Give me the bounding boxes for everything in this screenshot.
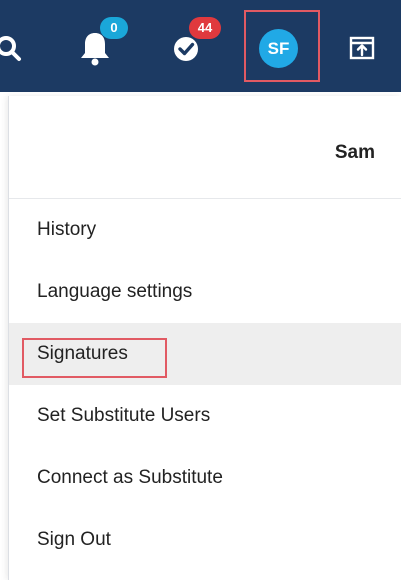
- menu-item-sign-out[interactable]: Sign Out: [9, 509, 401, 571]
- user-menu-button[interactable]: SF: [244, 10, 320, 82]
- panel-icon[interactable]: [347, 33, 377, 63]
- menu-item-history[interactable]: History: [9, 199, 401, 261]
- user-dropdown-menu: Sam History Language settings Signatures…: [8, 96, 401, 580]
- menu-item-language-settings[interactable]: Language settings: [9, 261, 401, 323]
- menu-item-signatures[interactable]: Signatures: [9, 323, 401, 385]
- menu-item-connect-as-substitute[interactable]: Connect as Substitute: [9, 447, 401, 509]
- tasks-badge: 44: [189, 17, 221, 39]
- notifications-badge: 0: [100, 17, 128, 39]
- search-icon[interactable]: [0, 32, 24, 64]
- menu-item-set-substitute-users[interactable]: Set Substitute Users: [9, 385, 401, 447]
- top-navigation-bar: 0 44 SF: [0, 0, 401, 92]
- avatar: SF: [259, 29, 298, 68]
- user-name: Sam: [334, 142, 375, 163]
